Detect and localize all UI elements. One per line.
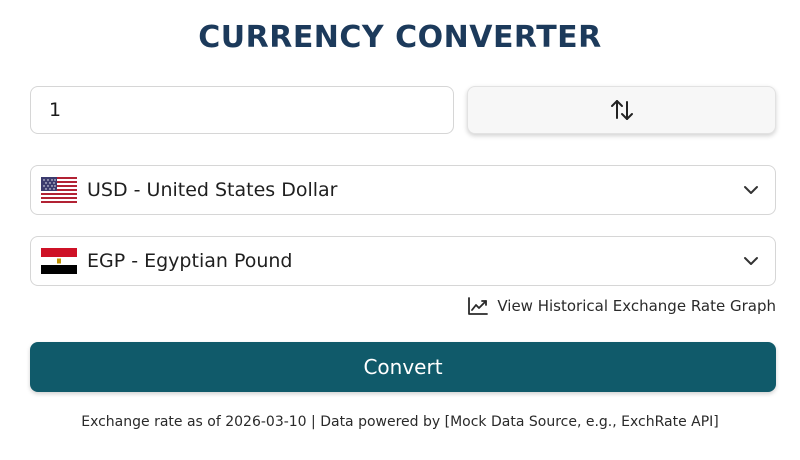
chevron-down-icon bbox=[744, 257, 758, 265]
currency-converter-page: CURRENCY CONVERTER 1 USD - United States… bbox=[0, 0, 800, 460]
history-link-label: View Historical Exchange Rate Graph bbox=[497, 297, 776, 315]
from-currency-label: USD - United States Dollar bbox=[87, 179, 338, 201]
view-historical-graph-link[interactable]: View Historical Exchange Rate Graph bbox=[467, 296, 776, 316]
line-chart-icon bbox=[468, 297, 489, 315]
amount-input[interactable] bbox=[30, 86, 454, 134]
us-flag-icon bbox=[41, 177, 77, 203]
from-currency-select[interactable]: USD - United States Dollar bbox=[30, 165, 776, 215]
egypt-flag-icon bbox=[41, 248, 77, 274]
exchange-rate-note: Exchange rate as of 2026-03-10 | Data po… bbox=[81, 414, 719, 430]
chevron-down-icon bbox=[744, 186, 758, 194]
swap-currencies-button[interactable] bbox=[467, 86, 776, 134]
page-title: CURRENCY CONVERTER bbox=[198, 20, 602, 55]
swap-vertical-arrows-icon bbox=[610, 100, 633, 120]
to-currency-label: EGP - Egyptian Pound bbox=[87, 250, 293, 272]
convert-button[interactable]: Convert bbox=[30, 342, 776, 392]
to-currency-select[interactable]: EGP - Egyptian Pound bbox=[30, 236, 776, 286]
